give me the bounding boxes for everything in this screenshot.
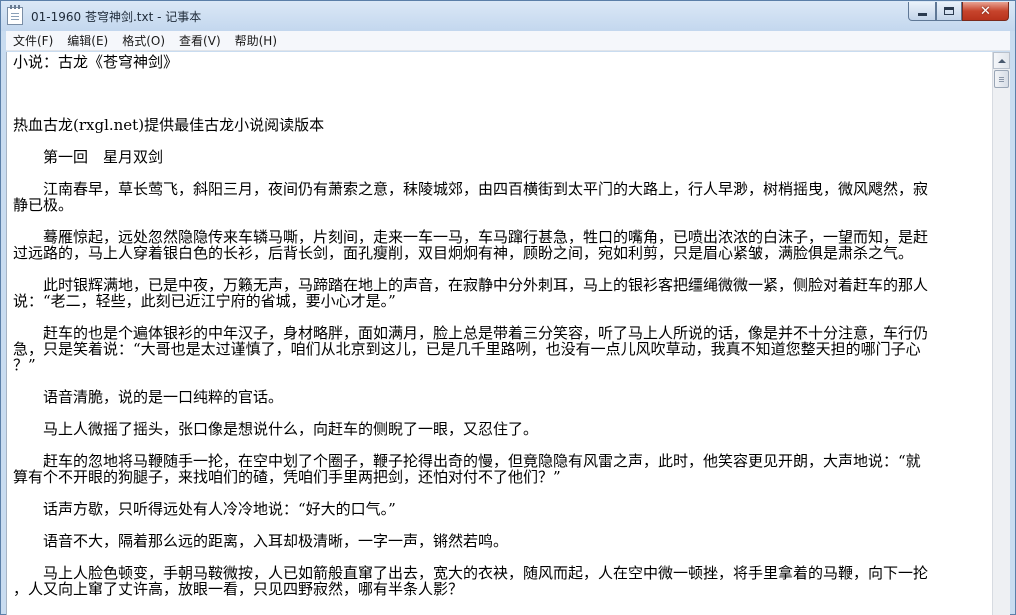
menu-help[interactable]: 帮助(H): [228, 31, 284, 51]
text-line: 算有个不开眼的狗腿子，来找咱们的碴，凭咱们手里两把剑，还怕对付不了他们？”: [13, 468, 561, 486]
minimize-button[interactable]: [908, 2, 936, 21]
text-editor[interactable]: 小说：古龙《苍穹神剑》热血古龙(rxgl.net)提供最佳古龙小说阅读版本 第一…: [6, 52, 992, 615]
vertical-scrollbar[interactable]: [992, 52, 1010, 615]
text-line: 话声方歇，只听得远处有人冷冷地说：“好大的口气。”: [13, 500, 396, 518]
text-line: ？”: [13, 356, 36, 374]
text-line: 语音清脆，说的是一口纯粹的官话。: [13, 388, 284, 406]
text-line: ，人又向上窜了丈许高，放眼一看，只见四野寂然，哪有半条人影？: [13, 580, 464, 598]
close-icon: ✕: [980, 3, 991, 19]
window-title: 01-1960 苍穹神剑.txt - 记事本: [31, 10, 202, 24]
text-line: 语音不大，隔着那么远的距离，入耳却极清晰，一字一声，锵然若鸣。: [13, 532, 509, 550]
text-line: 急，只是笑着说：“大哥也是太过谨慎了，咱们从北京到这儿，已是几千里路咧，也没有一…: [13, 340, 921, 358]
text-line: 第一回 星月双剑: [13, 148, 164, 166]
text-line: 过远路的，马上人穿着银白色的长衫，后背长剑，面孔瘦削，双目炯炯有神，顾盼之间，宛…: [13, 244, 914, 262]
scroll-thumb[interactable]: [994, 70, 1009, 88]
text-line: 江南春早，草长莺飞，斜阳三月，夜间仍有萧索之意，秣陵城郊，由四百横街到太平门的大…: [13, 180, 929, 198]
menu-bar: 文件(F) 编辑(E) 格式(O) 查看(V) 帮助(H): [6, 31, 1010, 51]
text-line: 赶车的忽地将马鞭随手一抡，在空中划了个圈子，鞭子抡得出奇的慢，但竟隐隐有风雷之声…: [13, 452, 921, 470]
text-line: 蓦雁惊起，远处忽然隐隐传来车辚马嘶，片刻间，走来一车一马，车马蹿行甚急，牲口的嘴…: [13, 228, 929, 246]
text-line: 说：“老二，轻些，此刻已近江宁府的省城，要小心才是。”: [13, 292, 396, 310]
maximize-button[interactable]: [936, 2, 962, 21]
notepad-window: 01-1960 苍穹神剑.txt - 记事本 ✕ 文件(F) 编辑(E) 格式(…: [0, 0, 1016, 615]
menu-view[interactable]: 查看(V): [172, 31, 228, 51]
notepad-icon[interactable]: [7, 5, 23, 25]
menu-edit[interactable]: 编辑(E): [60, 31, 115, 51]
text-line: 赶车的也是个遍体银衫的中年汉子，身材略胖，面如满月，脸上总是带着三分笑容，听了马…: [13, 324, 929, 342]
menu-file[interactable]: 文件(F): [6, 31, 60, 51]
arrow-up-icon: [997, 58, 1006, 63]
minimize-icon: [917, 12, 927, 16]
text-line: 静已极。: [13, 196, 74, 214]
close-button[interactable]: ✕: [962, 2, 1009, 21]
text-line: 马上人微摇了摇头，张口像是想说什么，向赶车的侧睨了一眼，又忍住了。: [13, 420, 539, 438]
text-line: 马上人脸色顿变，手朝马鞍微按，人已如箭般直窜了出去，宽大的衣袂，随风而起，人在空…: [13, 564, 929, 582]
title-bar[interactable]: 01-1960 苍穹神剑.txt - 记事本 ✕: [1, 1, 1015, 31]
text-line: 此时银辉满地，已是中夜，万籁无声，马蹄踏在地上的声音，在寂静中分外刺耳，马上的银…: [13, 276, 929, 294]
maximize-icon: [944, 7, 954, 15]
menu-format[interactable]: 格式(O): [115, 31, 172, 51]
scroll-up-button[interactable]: [993, 52, 1010, 69]
text-line: 小说：古龙《苍穹神剑》: [13, 53, 179, 71]
text-line: 热血古龙(rxgl.net)提供最佳古龙小说阅读版本: [13, 116, 325, 134]
